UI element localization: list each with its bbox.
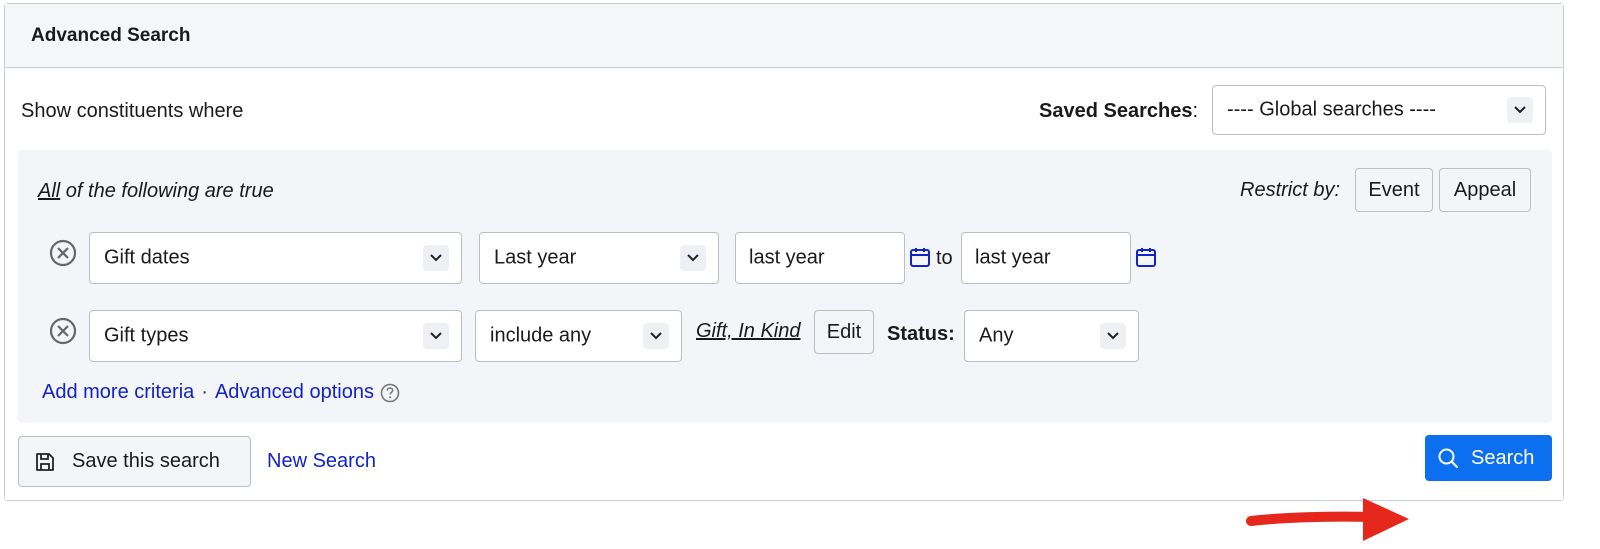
add-more-criteria-link[interactable]: Add more criteria bbox=[42, 381, 194, 404]
restrict-event-button[interactable]: Event bbox=[1355, 168, 1433, 212]
date-to-input[interactable]: last year bbox=[961, 232, 1131, 284]
calendar-icon[interactable] bbox=[1135, 246, 1157, 268]
annotation-arrow bbox=[1246, 498, 1409, 541]
criteria-links: Add more criteria · Advanced options bbox=[42, 381, 400, 404]
advanced-options-link[interactable]: Advanced options bbox=[215, 381, 374, 404]
edit-gift-types-button[interactable]: Edit bbox=[814, 310, 874, 354]
criteria-box: All of the following are true Restrict b… bbox=[18, 150, 1552, 423]
gift-types-value-link[interactable]: Gift, In Kind bbox=[696, 320, 801, 343]
chevron-down-icon bbox=[1507, 97, 1533, 123]
date-from-input[interactable]: last year bbox=[735, 232, 905, 284]
to-text: to bbox=[936, 247, 953, 269]
panel-body: Show constituents where Saved Searches: … bbox=[5, 69, 1563, 541]
chevron-down-icon bbox=[680, 245, 706, 271]
search-label: Search bbox=[1471, 446, 1535, 469]
criterion-operator-select[interactable]: include any bbox=[475, 310, 682, 362]
panel-header: Advanced Search bbox=[5, 4, 1563, 68]
remove-criterion-icon[interactable] bbox=[49, 317, 77, 345]
save-search-label: Save this search bbox=[72, 450, 220, 472]
advanced-search-panel: Advanced Search Show constituents where … bbox=[4, 3, 1564, 541]
separator-dot: · bbox=[201, 381, 208, 403]
help-icon[interactable] bbox=[380, 383, 400, 403]
saved-searches-value: ---- Global searches ---- bbox=[1227, 98, 1436, 121]
show-constituents-text: Show constituents where bbox=[21, 100, 244, 122]
calendar-icon[interactable] bbox=[909, 246, 931, 268]
chevron-down-icon bbox=[423, 245, 449, 271]
restrict-appeal-button[interactable]: Appeal bbox=[1439, 168, 1531, 212]
chevron-down-icon bbox=[1100, 323, 1126, 349]
restrict-by-label: Restrict by: bbox=[1240, 179, 1341, 201]
saved-searches-label: Saved Searches: bbox=[1039, 100, 1198, 122]
save-search-button[interactable]: Save this search bbox=[18, 436, 251, 487]
chevron-down-icon bbox=[423, 323, 449, 349]
save-icon bbox=[36, 452, 54, 471]
panel-title: Advanced Search bbox=[31, 25, 191, 46]
search-button[interactable]: Search bbox=[1425, 435, 1552, 481]
criterion-operator-select[interactable]: Last year bbox=[479, 232, 719, 284]
criterion-field-select[interactable]: Gift types bbox=[89, 310, 462, 362]
status-label: Status: bbox=[887, 323, 955, 345]
remove-criterion-icon[interactable] bbox=[49, 239, 77, 267]
new-search-link[interactable]: New Search bbox=[267, 450, 376, 473]
saved-searches-select[interactable]: ---- Global searches ---- bbox=[1212, 85, 1546, 135]
chevron-down-icon bbox=[643, 323, 669, 349]
match-mode-toggle[interactable]: All bbox=[38, 180, 60, 202]
criterion-field-select[interactable]: Gift dates bbox=[89, 232, 462, 284]
match-mode-text: All of the following are true bbox=[38, 180, 274, 202]
status-select[interactable]: Any bbox=[964, 310, 1139, 362]
search-icon bbox=[1438, 448, 1458, 468]
